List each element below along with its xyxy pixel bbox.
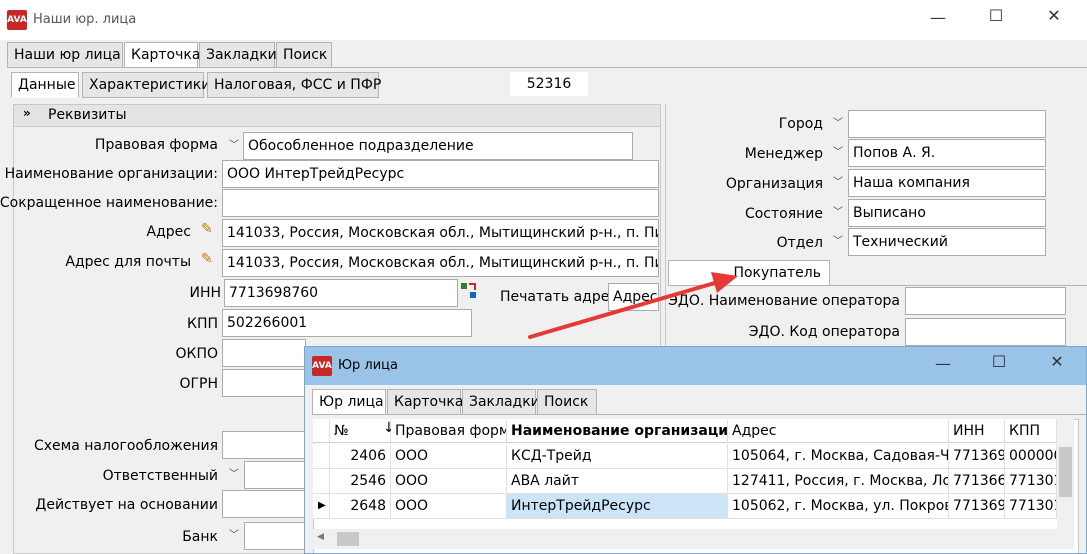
- grid-indicator-header: [313, 419, 330, 443]
- popup-maximize-button[interactable]: ☐: [976, 352, 1022, 371]
- table-cell[interactable]: КСД-Трейд: [507, 444, 728, 469]
- table-cell[interactable]: 105062, г. Москва, ул. Покровка: [728, 494, 949, 519]
- grid-header-org-name[interactable]: Наименование организации: [507, 419, 728, 443]
- table-cell[interactable]: 105064, г. Москва, Садовая-Чер: [728, 444, 949, 469]
- table-cell[interactable]: ООО: [391, 444, 507, 469]
- popup-window-title: Юр лица: [338, 358, 398, 373]
- table-cell[interactable]: ООО: [391, 494, 507, 519]
- horizontal-scrollbar[interactable]: ◀: [313, 529, 1074, 549]
- current-row-pointer-icon: ▶: [318, 500, 326, 511]
- horizontal-scroll-thumb[interactable]: [337, 532, 359, 546]
- table-cell[interactable]: АВА лайт: [507, 469, 728, 494]
- popup-tab-search[interactable]: Поиск: [537, 389, 597, 415]
- popup-minimize-button[interactable]: —: [920, 354, 966, 373]
- row-indicator[interactable]: [313, 469, 330, 494]
- table-cell[interactable]: 7713698: [949, 494, 1005, 519]
- grid-header-legal-form[interactable]: Правовая форм: [391, 419, 507, 443]
- popup-tab-card[interactable]: Карточка: [387, 389, 463, 415]
- vertical-scrollbar[interactable]: [1057, 419, 1074, 529]
- table-cell[interactable]: 2546: [330, 469, 391, 494]
- grid-header-address[interactable]: Адрес: [728, 419, 949, 443]
- table-cell[interactable]: ООО: [391, 469, 507, 494]
- table-cell[interactable]: 771301: [1005, 494, 1057, 519]
- table-cell[interactable]: 000000: [1005, 444, 1057, 469]
- grid-header-inn[interactable]: ИНН: [949, 419, 1005, 443]
- row-indicator[interactable]: [313, 444, 330, 469]
- popup-tab-bookmarks[interactable]: Закладки: [462, 389, 540, 415]
- popup-close-button[interactable]: ✕: [1034, 352, 1080, 371]
- table-cell[interactable]: 127411, Россия, г. Москва, Лобн: [728, 469, 949, 494]
- table-cell[interactable]: 7713668: [949, 469, 1005, 494]
- table-cell[interactable]: 2406: [330, 444, 391, 469]
- scroll-left-arrow-icon[interactable]: ◀: [317, 532, 324, 542]
- popup-app-logo-icon: AVA: [312, 356, 332, 376]
- grid-header-kpp[interactable]: КПП: [1005, 419, 1057, 443]
- vertical-scroll-thumb[interactable]: [1059, 447, 1072, 497]
- table-cell[interactable]: 771301: [1005, 469, 1057, 494]
- table-cell[interactable]: 7713698: [949, 444, 1005, 469]
- grid-header-number[interactable]: №: [330, 419, 391, 443]
- popup-tab-entities[interactable]: Юр лица: [312, 389, 386, 415]
- table-cell[interactable]: 2648: [330, 494, 391, 519]
- table-cell-selected[interactable]: ИнтерТрейдРесурс: [507, 494, 728, 519]
- popup-tab-line: [312, 414, 1086, 415]
- popup-titlebar: AVA Юр лица — ☐ ✕: [305, 347, 1086, 385]
- row-indicator[interactable]: ▶: [313, 494, 330, 519]
